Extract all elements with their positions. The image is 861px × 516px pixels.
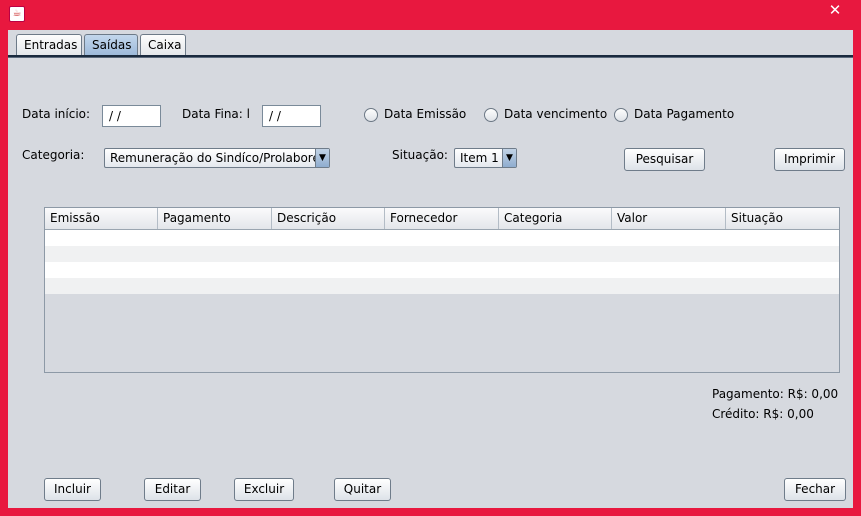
radio-circle-icon xyxy=(614,108,628,122)
column-header-pagamento[interactable]: Pagamento xyxy=(158,208,272,229)
table-row[interactable] xyxy=(45,278,839,294)
tab-underline xyxy=(8,55,853,58)
categoria-selected-value: Remuneração do Sindíco/Prolabore xyxy=(110,151,320,165)
fechar-button[interactable]: Fechar xyxy=(784,478,846,501)
imprimir-button[interactable]: Imprimir xyxy=(774,148,845,171)
radio-data-emissao[interactable]: Data Emissão xyxy=(364,106,474,124)
client-area: Entradas Saídas Caixa Data início: / / D… xyxy=(8,30,853,508)
table-header: Emissão Pagamento Descrição Fornecedor C… xyxy=(45,208,839,230)
radio-label: Data Pagamento xyxy=(634,107,735,121)
tab-entradas[interactable]: Entradas xyxy=(16,34,82,56)
situacao-selected-value: Item 1 xyxy=(460,151,499,165)
close-button[interactable]: ✕ xyxy=(813,0,857,20)
dropdown-arrow-icon: ▼ xyxy=(315,149,329,167)
column-header-valor[interactable]: Valor xyxy=(612,208,726,229)
tab-saidas[interactable]: Saídas xyxy=(84,34,138,56)
data-inicio-field[interactable]: / / xyxy=(102,105,161,127)
credito-total: Crédito: R$: 0,00 xyxy=(712,407,814,421)
quitar-button[interactable]: Quitar xyxy=(334,478,391,501)
incluir-button[interactable]: Incluir xyxy=(44,478,101,501)
column-header-fornecedor[interactable]: Fornecedor xyxy=(385,208,499,229)
categoria-label: Categoria: xyxy=(22,148,85,162)
java-app-icon: ☕ xyxy=(9,6,25,22)
categoria-dropdown[interactable]: Remuneração do Sindíco/Prolabore ▼ xyxy=(104,148,330,168)
column-header-situacao[interactable]: Situação xyxy=(726,208,839,229)
situacao-label: Situação: xyxy=(392,148,448,162)
data-fim-field[interactable]: / / xyxy=(262,105,321,127)
title-bar: ☕ ✕ xyxy=(0,0,861,30)
tab-caixa[interactable]: Caixa xyxy=(140,34,186,56)
dropdown-arrow-icon: ▼ xyxy=(502,149,516,167)
column-header-categoria[interactable]: Categoria xyxy=(499,208,612,229)
data-inicio-label: Data início: xyxy=(22,107,91,121)
saidas-table: Emissão Pagamento Descrição Fornecedor C… xyxy=(44,207,840,373)
radio-data-vencimento[interactable]: Data vencimento xyxy=(484,106,609,124)
pagamento-total: Pagamento: R$: 0,00 xyxy=(712,387,839,401)
data-fim-label: Data Fina: l xyxy=(182,107,250,121)
situacao-dropdown[interactable]: Item 1 ▼ xyxy=(454,148,517,168)
radio-label: Data Emissão xyxy=(384,107,467,121)
column-header-emissao[interactable]: Emissão xyxy=(45,208,158,229)
radio-circle-icon xyxy=(364,108,378,122)
radio-label: Data vencimento xyxy=(504,107,608,121)
excluir-button[interactable]: Excluir xyxy=(234,478,294,501)
editar-button[interactable]: Editar xyxy=(144,478,201,501)
pesquisar-button[interactable]: Pesquisar xyxy=(624,148,705,171)
radio-data-pagamento[interactable]: Data Pagamento xyxy=(614,106,739,124)
table-row[interactable] xyxy=(45,230,839,246)
app-window: ☕ ✕ Entradas Saídas Caixa Data início: /… xyxy=(0,0,861,516)
table-row[interactable] xyxy=(45,246,839,262)
column-header-descricao[interactable]: Descrição xyxy=(272,208,385,229)
radio-circle-icon xyxy=(484,108,498,122)
table-row[interactable] xyxy=(45,262,839,278)
